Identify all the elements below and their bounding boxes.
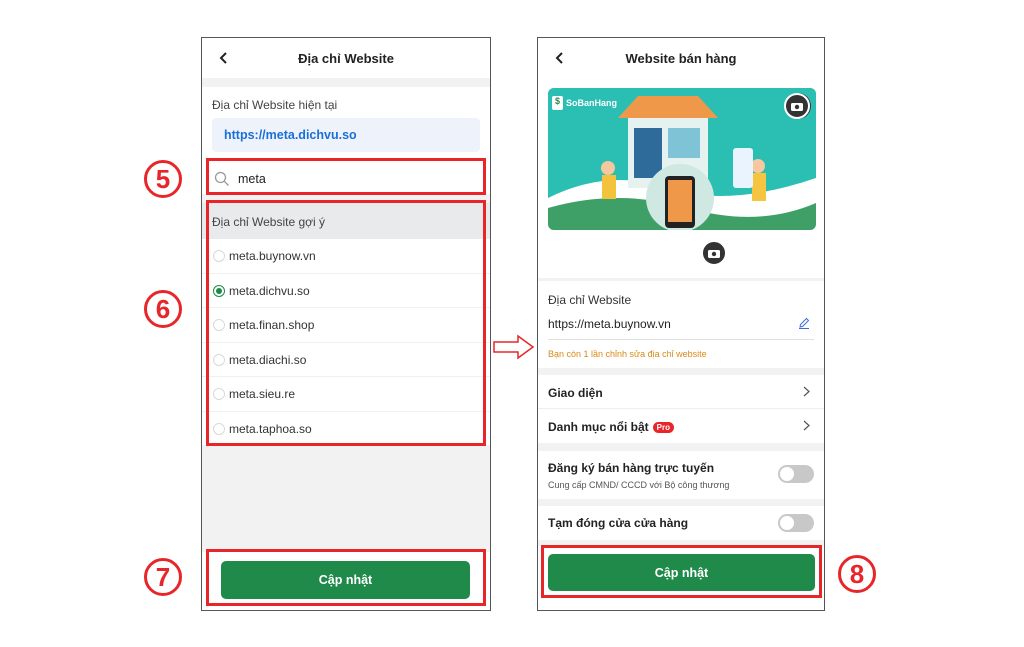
left-topbar: Địa chỉ Website: [202, 38, 490, 78]
highlight-search: [206, 158, 486, 195]
online-sales-register-label: Đăng ký bán hàng trực tuyến: [548, 461, 715, 475]
step-6-marker: 6: [144, 290, 182, 328]
step-7-marker: 7: [144, 558, 182, 596]
website-address-value: https://meta.buynow.vn: [548, 317, 671, 331]
edit-limit-note: Bạn còn 1 lần chỉnh sửa địa chỉ website: [548, 349, 707, 359]
camera-icon: [791, 103, 803, 111]
store-banner-image: $ SoBanHang: [548, 88, 816, 230]
brand-logo: $ SoBanHang: [552, 96, 617, 110]
page-title: Website bán hàng: [625, 50, 737, 66]
right-screen: Website bán hàng $ SoBanHang Địa chỉ Web…: [537, 37, 825, 611]
arrow-right-icon: [493, 334, 535, 360]
website-address-label: Địa chỉ Website: [548, 293, 632, 307]
featured-category-label: Danh mục nổi bật Pro: [548, 420, 675, 434]
pro-badge: Pro: [652, 422, 675, 433]
highlight-update-right: [541, 545, 822, 598]
avatar-camera-button[interactable]: [701, 240, 727, 266]
theme-row[interactable]: Giao diện: [538, 375, 824, 409]
back-button[interactable]: [550, 48, 570, 68]
step-8-marker: 8: [838, 555, 876, 593]
chevron-right-icon: [803, 386, 810, 397]
chevron-right-icon: [803, 420, 810, 431]
close-store-label: Tạm đóng cửa cửa hàng: [548, 516, 689, 530]
highlight-suggestions: [206, 200, 486, 446]
close-store-row: Tạm đóng cửa cửa hàng: [538, 506, 824, 540]
page-title: Địa chỉ Website: [298, 50, 394, 66]
highlight-update: [206, 549, 486, 606]
current-website-label: Địa chỉ Website hiện tại: [212, 98, 338, 112]
online-sales-toggle[interactable]: [778, 465, 814, 483]
back-button[interactable]: [214, 48, 234, 68]
brand-name: SoBanHang: [566, 98, 618, 108]
divider: [548, 339, 814, 340]
step-5-marker: 5: [144, 160, 182, 198]
chevron-left-icon: [555, 52, 563, 64]
camera-icon: [708, 250, 720, 258]
online-sales-register-sub: Cung cấp CMND/ CCCD với Bộ công thương: [548, 480, 730, 490]
chevron-left-icon: [219, 52, 227, 64]
online-sales-register-row: Đăng ký bán hàng trực tuyến Cung cấp CMN…: [538, 451, 824, 499]
featured-category-row[interactable]: Danh mục nổi bật Pro: [538, 409, 824, 443]
banner-camera-button[interactable]: [784, 93, 810, 119]
theme-label: Giao diện: [548, 386, 603, 400]
website-address-section: Địa chỉ Website https://meta.buynow.vn B…: [538, 281, 824, 368]
edit-pencil-icon[interactable]: [798, 317, 810, 329]
close-store-toggle[interactable]: [778, 514, 814, 532]
right-topbar: Website bán hàng: [538, 38, 824, 78]
dollar-icon: $: [552, 96, 563, 110]
current-website-url: https://meta.dichvu.so: [212, 118, 480, 152]
